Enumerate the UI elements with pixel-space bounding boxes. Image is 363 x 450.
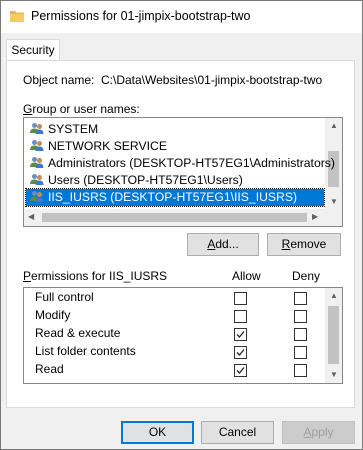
group-list-item[interactable]: SYSTEM [26, 121, 324, 138]
folder-icon [10, 11, 24, 22]
group-list-item-label: NETWORK SERVICE [48, 139, 167, 153]
group-list-item-label: Administrators (DESKTOP-HT57EG1\Administ… [48, 156, 335, 170]
user-group-icon [30, 157, 44, 168]
group-list-hscrollbar[interactable]: ◀ ▶ [24, 209, 342, 226]
object-name-value: C:\Data\Websites\01-jimpix-bootstrap-two [101, 73, 323, 87]
user-group-icon [30, 123, 44, 134]
allow-checkbox[interactable] [234, 292, 247, 305]
permissions-label: Permissions for IIS_IUSRS [23, 269, 167, 283]
permissions-dialog: Permissions for 01-jimpix-bootstrap-two … [0, 0, 363, 450]
permissions-list: ▲ ▼ Full control Modify Read & execute List… [23, 287, 343, 384]
permission-name: Full control [35, 290, 94, 304]
remove-button-rest: emove [290, 237, 327, 251]
cancel-button[interactable]: Cancel [201, 421, 274, 444]
permissions-vscroll-thumb[interactable] [328, 306, 339, 364]
add-button[interactable]: Add... [187, 233, 259, 256]
user-group-icon [30, 191, 44, 202]
permissions-vscrollbar[interactable]: ▲ ▼ [325, 288, 342, 383]
scroll-down-arrow-icon[interactable]: ▼ [330, 198, 338, 206]
permissions-label-accel: P [23, 269, 32, 283]
permission-row: Modify [24, 307, 324, 325]
group-list-label: Group or user names: [23, 102, 140, 116]
title-bar: Permissions for 01-jimpix-bootstrap-two [1, 1, 362, 33]
deny-checkbox[interactable] [294, 364, 307, 377]
user-group-icon [30, 174, 44, 185]
permission-row: Read & execute [24, 325, 324, 343]
group-label-accel: G [23, 102, 33, 116]
group-list-hscroll-thumb[interactable] [42, 213, 307, 222]
permission-name: List folder contents [35, 344, 136, 358]
deny-checkbox[interactable] [294, 292, 307, 305]
allow-checkbox[interactable] [234, 328, 247, 341]
remove-button-accel: R [281, 237, 291, 251]
deny-checkbox[interactable] [294, 346, 307, 359]
apply-button[interactable]: Apply [282, 421, 355, 444]
allow-column-header: Allow [232, 269, 261, 283]
allow-checkbox[interactable] [234, 310, 247, 323]
user-group-icon [30, 140, 44, 151]
permission-row: Full control [24, 289, 324, 307]
permission-row: List folder contents [24, 343, 324, 361]
permissions-label-rest: ermissions for IIS_IUSRS [31, 269, 168, 283]
group-list-item-label: SYSTEM [48, 122, 99, 136]
remove-button[interactable]: Remove [267, 233, 341, 256]
permission-name: Modify [35, 308, 71, 322]
deny-checkbox[interactable] [294, 310, 307, 323]
apply-button-accel: A [303, 425, 312, 439]
perm-scroll-down-arrow-icon[interactable]: ▼ [330, 371, 338, 379]
group-list-item-label: IIS_IUSRS (DESKTOP-HT57EG1\IIS_IUSRS) [48, 190, 298, 204]
group-list-item-label: Users (DESKTOP-HT57EG1\Users) [48, 173, 243, 187]
allow-checkbox[interactable] [234, 346, 247, 359]
group-user-listbox[interactable]: ▲ ▼ ◀ ▶ SYSTEM NETWORK SERVICE Administrat… [23, 117, 343, 227]
permission-name: Read & execute [35, 326, 121, 340]
apply-button-rest: pply [311, 425, 334, 439]
scroll-up-arrow-icon[interactable]: ▲ [330, 122, 338, 130]
group-list-item[interactable]: NETWORK SERVICE [26, 138, 324, 155]
allow-checkbox[interactable] [234, 364, 247, 377]
perm-scroll-up-arrow-icon[interactable]: ▲ [330, 292, 338, 300]
group-label-rest: roup or user names: [32, 102, 140, 116]
scroll-left-arrow-icon[interactable]: ◀ [28, 213, 34, 221]
permission-name: Read [35, 362, 64, 376]
deny-checkbox[interactable] [294, 328, 307, 341]
group-list-item[interactable]: Users (DESKTOP-HT57EG1\Users) [26, 172, 324, 189]
add-button-rest: dd... [215, 237, 239, 251]
ok-button[interactable]: OK [121, 421, 194, 444]
tab-security[interactable]: Security [6, 39, 60, 61]
permission-row: Read [24, 361, 324, 379]
deny-column-header: Deny [292, 269, 321, 283]
object-name-label: Object name: [23, 73, 95, 87]
group-list-item[interactable]: Administrators (DESKTOP-HT57EG1\Administ… [26, 155, 335, 172]
group-list-item[interactable]: IIS_IUSRS (DESKTOP-HT57EG1\IIS_IUSRS) [25, 188, 325, 207]
window-title: Permissions for 01-jimpix-bootstrap-two [31, 9, 251, 23]
scroll-right-arrow-icon[interactable]: ▶ [312, 213, 318, 221]
